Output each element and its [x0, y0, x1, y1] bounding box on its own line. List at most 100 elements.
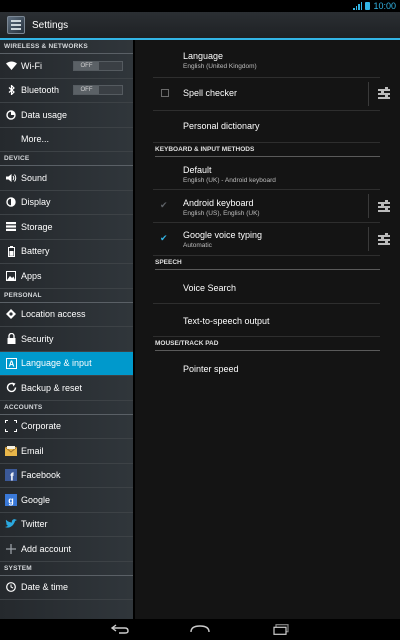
google-voice-typing-summary: Automatic: [183, 242, 212, 249]
google-voice-typing-checkbox[interactable]: ✔: [160, 233, 168, 244]
personal-dictionary-row[interactable]: Personal dictionary: [153, 111, 380, 143]
sidebar-item-security[interactable]: Security: [0, 327, 133, 352]
battery-icon: [5, 245, 17, 257]
sidebar-item-label: More...: [21, 134, 50, 145]
sound-icon: [5, 172, 17, 184]
sidebar-item-label: Location access: [21, 309, 86, 320]
sidebar-item-label: Facebook: [21, 470, 61, 481]
app-title: Settings: [32, 19, 69, 31]
bluetooth-toggle[interactable]: OFF: [73, 85, 123, 96]
back-button[interactable]: [107, 621, 133, 637]
sidebar-item-more[interactable]: More...: [0, 128, 133, 152]
sidebar-item-label: Language & input: [21, 358, 92, 369]
section-header-personal: PERSONAL: [0, 289, 133, 303]
language-icon: A: [5, 357, 17, 369]
display-icon: [5, 196, 17, 208]
google-voice-typing-settings-icon[interactable]: [378, 233, 390, 245]
sidebar-item-label: Display: [21, 197, 51, 208]
pointer-speed-row[interactable]: Pointer speed: [153, 351, 380, 386]
data-usage-icon: [5, 109, 17, 121]
sidebar-item-label: Battery: [21, 246, 50, 257]
spell-checker-checkbox[interactable]: [161, 89, 169, 97]
row-divider: [368, 227, 369, 251]
home-button[interactable]: [187, 621, 213, 637]
android-keyboard-checkbox[interactable]: ✔: [160, 200, 168, 211]
sidebar-item-storage[interactable]: Storage: [0, 215, 133, 240]
sidebar-item-sound[interactable]: Sound: [0, 166, 133, 191]
facebook-icon: f: [5, 469, 17, 482]
sidebar-item-google[interactable]: g Google: [0, 488, 133, 513]
sidebar-item-bluetooth[interactable]: Bluetooth OFF: [0, 79, 133, 103]
language-summary: English (United Kingdom): [183, 63, 257, 70]
spell-checker-title: Spell checker: [183, 88, 238, 98]
status-time: 10:00: [373, 1, 396, 11]
section-header-wireless: WIRELESS & NETWORKS: [0, 40, 133, 54]
section-header-system: SYSTEM: [0, 562, 133, 576]
sidebar-item-language-input[interactable]: A Language & input: [0, 351, 133, 376]
google-voice-typing-row[interactable]: ✔ Google voice typing Automatic: [153, 223, 390, 256]
sidebar-item-corporate[interactable]: Corporate: [0, 415, 133, 439]
android-keyboard-title: Android keyboard: [183, 198, 254, 208]
wifi-toggle[interactable]: OFF: [73, 60, 123, 71]
sidebar-item-backup[interactable]: Backup & reset: [0, 376, 133, 401]
sidebar-item-wifi[interactable]: Wi-Fi OFF: [0, 54, 133, 79]
sidebar-item-data-usage[interactable]: Data usage: [0, 103, 133, 128]
lock-icon: [5, 333, 17, 345]
google-voice-typing-title: Google voice typing: [183, 230, 263, 240]
svg-text:f: f: [10, 472, 14, 482]
sidebar-item-label: Wi-Fi: [21, 60, 42, 71]
location-icon: [5, 308, 17, 320]
corporate-icon: [5, 420, 17, 433]
google-icon: g: [5, 493, 17, 506]
default-keyboard-row[interactable]: Default English (UK) - Android keyboard: [153, 157, 380, 190]
tts-output-title: Text-to-speech output: [183, 316, 270, 326]
sidebar-item-location[interactable]: Location access: [0, 303, 133, 327]
default-keyboard-title: Default: [183, 165, 212, 175]
sidebar-item-email[interactable]: Email: [0, 439, 133, 464]
spell-checker-row[interactable]: Spell checker: [153, 78, 390, 111]
sidebar-item-date-time[interactable]: Date & time: [0, 576, 133, 600]
pointer-speed-title: Pointer speed: [183, 364, 239, 374]
sidebar-item-add-account[interactable]: Add account: [0, 537, 133, 562]
section-header-device: DEVICE: [0, 152, 133, 166]
recent-apps-button[interactable]: [268, 621, 294, 637]
sidebar-item-label: Google: [21, 494, 51, 505]
voice-search-row[interactable]: Voice Search: [153, 270, 380, 304]
sidebar-item-label: Add account: [21, 543, 72, 554]
sidebar-item-facebook[interactable]: f Facebook: [0, 464, 133, 488]
sidebar-item-label: Data usage: [21, 109, 68, 120]
tts-output-row[interactable]: Text-to-speech output: [153, 304, 380, 337]
android-keyboard-summary: English (US), English (UK): [183, 210, 260, 217]
sidebar-item-label: Bluetooth: [21, 85, 60, 96]
row-divider: [368, 82, 369, 106]
personal-dictionary-title: Personal dictionary: [183, 121, 260, 131]
status-icons: 10:00: [353, 0, 396, 12]
sidebar-item-label: Sound: [21, 172, 48, 183]
add-icon: [5, 543, 17, 555]
section-header-accounts: ACCOUNTS: [0, 401, 133, 415]
sidebar-item-label: Email: [21, 445, 44, 456]
default-keyboard-summary: English (UK) - Android keyboard: [183, 177, 276, 184]
email-icon: [5, 445, 17, 457]
settings-sidebar[interactable]: WIRELESS & NETWORKS Wi-Fi OFF Bluetooth …: [0, 40, 133, 619]
sidebar-item-twitter[interactable]: Twitter: [0, 513, 133, 537]
sidebar-item-label: Security: [21, 333, 54, 344]
android-keyboard-row[interactable]: ✔ Android keyboard English (US), English…: [153, 190, 390, 223]
section-header-keyboard: KEYBOARD & INPUT METHODS: [155, 143, 380, 157]
settings-app-icon[interactable]: [7, 16, 25, 34]
wifi-toggle-label: OFF: [74, 61, 99, 70]
sidebar-item-apps[interactable]: Apps: [0, 264, 133, 289]
spell-checker-settings-icon[interactable]: [378, 87, 390, 99]
battery-icon: [365, 2, 371, 10]
action-bar: Settings: [0, 12, 400, 40]
recent-apps-icon: [273, 623, 289, 635]
sidebar-item-label: Corporate: [21, 421, 62, 432]
sidebar-item-display[interactable]: Display: [0, 191, 133, 215]
voice-search-title: Voice Search: [183, 283, 237, 293]
storage-icon: [5, 221, 17, 233]
language-row[interactable]: Language English (United Kingdom): [153, 40, 380, 78]
android-keyboard-settings-icon[interactable]: [378, 200, 390, 212]
section-header-speech: SPEECH: [155, 256, 380, 270]
svg-text:g: g: [8, 495, 14, 505]
sidebar-item-battery[interactable]: Battery: [0, 240, 133, 264]
